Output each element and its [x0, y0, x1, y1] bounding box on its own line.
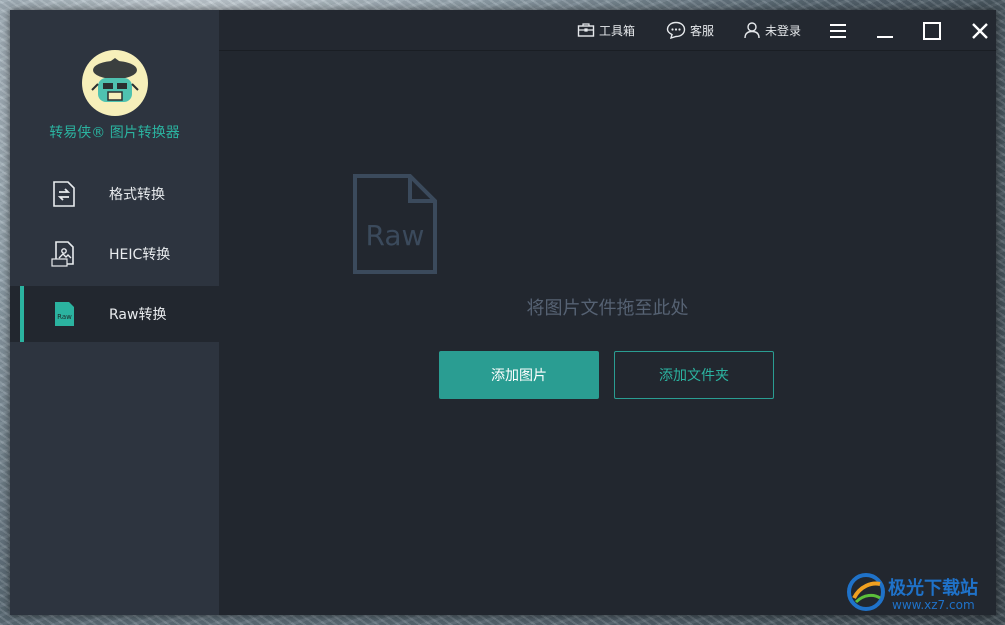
minimize-icon[interactable]: [874, 20, 896, 42]
toolbox-label: 工具箱: [599, 23, 636, 38]
sidebar-item-label: Raw转换: [109, 307, 167, 323]
format-convert-icon: [50, 180, 78, 208]
app-window: 转易侠® 图片转换器 格式转换 HEIC转换 Raw Raw转换 工具箱 客服 …: [10, 10, 996, 615]
service-button[interactable]: 客服: [666, 20, 714, 40]
toolbox-icon: [577, 23, 595, 37]
sidebar-item-format-convert[interactable]: 格式转换: [10, 166, 219, 222]
app-logo: [82, 50, 148, 116]
sidebar-item-heic-convert[interactable]: HEIC转换: [10, 226, 219, 282]
raw-file-icon: Raw: [50, 300, 78, 328]
sidebar-item-label: HEIC转换: [109, 247, 171, 263]
watermark-logo-icon: [847, 573, 885, 611]
svg-text:Raw: Raw: [57, 313, 72, 321]
chat-icon: [666, 21, 686, 39]
add-folder-button[interactable]: 添加文件夹: [614, 351, 774, 399]
heic-file-icon: [50, 240, 78, 268]
close-icon[interactable]: [969, 20, 991, 42]
sidebar-item-raw-convert[interactable]: Raw Raw转换: [10, 286, 219, 342]
watermark-url: www.xz7.com: [892, 598, 975, 612]
menu-icon[interactable]: [827, 20, 849, 42]
drop-hint: 将图片文件拖至此处: [526, 298, 689, 319]
site-watermark: 极光下载站 www.xz7.com: [846, 572, 996, 618]
add-image-button[interactable]: 添加图片: [439, 351, 599, 399]
raw-drop-icon-text: Raw: [366, 219, 425, 252]
service-label: 客服: [690, 23, 715, 38]
sidebar-item-label: 格式转换: [109, 187, 165, 203]
title-bar: 工具箱 客服 未登录: [219, 10, 996, 51]
sidebar: 转易侠® 图片转换器 格式转换 HEIC转换 Raw Raw转换: [10, 10, 219, 615]
login-label: 未登录: [765, 23, 802, 38]
watermark-name: 极光下载站: [888, 578, 978, 599]
user-icon: [744, 22, 760, 39]
maximize-icon[interactable]: [921, 20, 943, 42]
app-brand-name: 转易侠® 图片转换器: [49, 125, 180, 141]
raw-drop-icon: Raw: [352, 173, 438, 275]
toolbox-button[interactable]: 工具箱: [577, 20, 635, 40]
login-button[interactable]: 未登录: [743, 20, 801, 40]
